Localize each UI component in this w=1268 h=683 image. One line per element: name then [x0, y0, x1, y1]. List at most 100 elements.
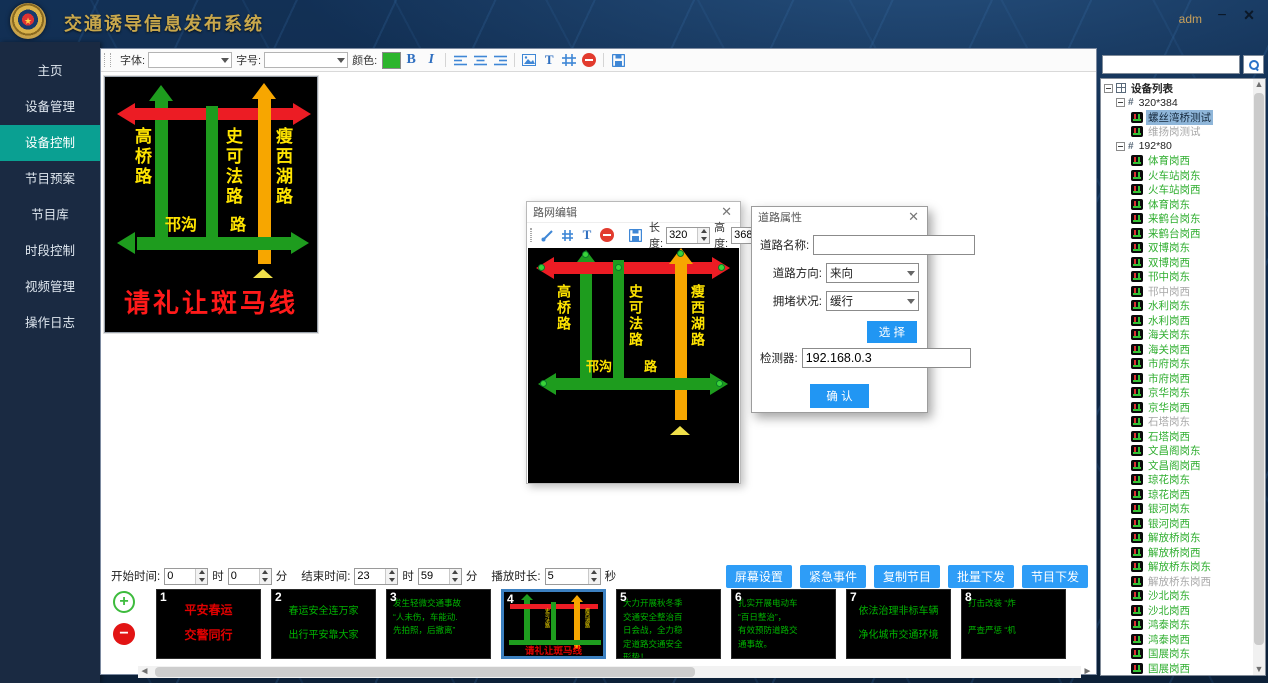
confirm-button[interactable]: 确 认: [810, 384, 868, 408]
control-point[interactable]: [615, 264, 622, 271]
scroll-left-icon[interactable]: ◄: [138, 666, 151, 678]
image-icon[interactable]: [520, 51, 538, 69]
search-button[interactable]: [1243, 55, 1264, 74]
tree-collapse-icon[interactable]: [1104, 84, 1113, 93]
tree-item[interactable]: # 体育岗西: [1101, 154, 1253, 169]
start-hour-stepper[interactable]: [164, 568, 208, 585]
double-road-icon[interactable]: [558, 226, 576, 244]
tree-item[interactable]: # 沙北岗西: [1101, 603, 1253, 618]
roadnet-canvas[interactable]: 高桥路 史可法路 瘦西湖路 邗沟 路: [528, 248, 739, 483]
line-draw-icon[interactable]: [538, 226, 556, 244]
tree-item[interactable]: # 鸿泰岗东: [1101, 618, 1253, 633]
size-select[interactable]: [264, 52, 348, 68]
italic-button[interactable]: I: [422, 51, 440, 69]
tree-item[interactable]: # 邗中岗东: [1101, 270, 1253, 285]
sidebar-item[interactable]: 主页: [0, 53, 100, 89]
tree-item[interactable]: # 设备列表: [1101, 81, 1253, 96]
spin-down-icon[interactable]: [386, 576, 397, 584]
tree-item[interactable]: # 海关岗西: [1101, 342, 1253, 357]
select-button[interactable]: 选 择: [867, 321, 917, 343]
font-select[interactable]: [148, 52, 232, 68]
toolbar-drag-handle[interactable]: [530, 228, 532, 242]
close-icon[interactable]: ✕: [719, 204, 734, 220]
length-stepper[interactable]: [666, 227, 710, 244]
save-icon[interactable]: [609, 51, 627, 69]
start-minute-stepper[interactable]: [228, 568, 272, 585]
device-search-input[interactable]: [1102, 55, 1240, 74]
spin-down-icon[interactable]: [698, 235, 709, 243]
tree-item[interactable]: # 鸿泰岗西: [1101, 632, 1253, 647]
text-icon[interactable]: T: [540, 51, 558, 69]
sidebar-item[interactable]: 设备管理: [0, 89, 100, 125]
tree-item[interactable]: # 琼花岗西: [1101, 487, 1253, 502]
tree-item[interactable]: # 邗中岗西: [1101, 284, 1253, 299]
tree-item[interactable]: # 192*80: [1101, 139, 1253, 154]
spin-up-icon[interactable]: [260, 569, 271, 577]
tree-item[interactable]: # 火车站岗东: [1101, 168, 1253, 183]
sidebar-item[interactable]: 节目库: [0, 197, 100, 233]
tree-item[interactable]: # 解放桥东岗东: [1101, 560, 1253, 575]
program-thumbnail[interactable]: 8 史可法路瘦西湖路 打击改装 “炸 严查严惩 “机: [961, 589, 1066, 659]
start-minute-input[interactable]: [229, 569, 259, 584]
toolbar-drag-handle[interactable]: [104, 53, 111, 67]
sidebar-item[interactable]: 节目预案: [0, 161, 100, 197]
control-point[interactable]: [582, 251, 589, 258]
delete-icon[interactable]: [580, 51, 598, 69]
start-hour-input[interactable]: [165, 569, 195, 584]
action-button[interactable]: 批量下发: [948, 565, 1014, 588]
spin-down-icon[interactable]: [450, 576, 461, 584]
control-point[interactable]: [540, 380, 547, 387]
scrollbar-thumb[interactable]: [1254, 93, 1264, 645]
tree-item[interactable]: # 琼花岗东: [1101, 473, 1253, 488]
program-thumbnail[interactable]: 7 史可法路瘦西湖路 依法治理非标车辆 净化城市交通环境: [846, 589, 951, 659]
color-swatch[interactable]: [382, 52, 401, 69]
sidebar-item[interactable]: 设备控制: [0, 125, 100, 161]
tree-item[interactable]: # 石塔岗西: [1101, 429, 1253, 444]
tree-item[interactable]: # 来鹤台岗西: [1101, 226, 1253, 241]
tree-collapse-icon[interactable]: [1116, 98, 1125, 107]
add-program-button[interactable]: +: [113, 591, 135, 613]
duration-stepper[interactable]: [545, 568, 601, 585]
road-direction-select[interactable]: 来向: [826, 263, 919, 283]
spin-up-icon[interactable]: [698, 228, 709, 236]
length-input[interactable]: [667, 228, 697, 243]
tree-item[interactable]: # 国展岗东: [1101, 647, 1253, 662]
sidebar-item[interactable]: 时段控制: [0, 233, 100, 269]
end-minute-stepper[interactable]: [418, 568, 462, 585]
spin-down-icon[interactable]: [260, 576, 271, 584]
tree-item[interactable]: # 石塔岗东: [1101, 415, 1253, 430]
control-point[interactable]: [538, 264, 545, 271]
program-thumbnail[interactable]: 5 史可法路瘦西湖路 大力开展秋冬季 交通安全整治百 日会战，全力稳 定道路交通…: [616, 589, 721, 659]
tree-item[interactable]: # 水利岗东: [1101, 299, 1253, 314]
playlist-horizontal-scrollbar[interactable]: ◄ ►: [151, 666, 1081, 678]
tree-item[interactable]: # 来鹤台岗东: [1101, 212, 1253, 227]
spin-down-icon[interactable]: [589, 576, 600, 584]
tree-item[interactable]: # 京华岗东: [1101, 386, 1253, 401]
action-button[interactable]: 复制节目: [874, 565, 940, 588]
align-right-icon[interactable]: [491, 51, 509, 69]
tree-item[interactable]: # 国展岗西: [1101, 661, 1253, 676]
align-left-icon[interactable]: [451, 51, 469, 69]
action-button[interactable]: 节目下发: [1022, 565, 1088, 588]
scrollbar-thumb[interactable]: [155, 667, 695, 677]
tree-item[interactable]: # 沙北岗东: [1101, 589, 1253, 604]
tree-item[interactable]: # 火车站岗西: [1101, 183, 1253, 198]
spin-up-icon[interactable]: [386, 569, 397, 577]
control-point[interactable]: [718, 264, 725, 271]
scroll-right-icon[interactable]: ►: [1081, 666, 1094, 678]
tree-item[interactable]: # 市府岗西: [1101, 371, 1253, 386]
led-sign-preview[interactable]: 高桥路 史可法路 瘦西湖路 邗沟 路 请礼让斑马线: [104, 76, 318, 333]
tree-item[interactable]: # 京华岗西: [1101, 400, 1253, 415]
tree-item[interactable]: # 文昌阁岗西: [1101, 458, 1253, 473]
scroll-down-icon[interactable]: ▼: [1253, 664, 1265, 675]
control-point[interactable]: [716, 380, 723, 387]
tree-item[interactable]: # 双博岗西: [1101, 255, 1253, 270]
congestion-select[interactable]: 缓行: [826, 291, 919, 311]
program-thumbnail[interactable]: 2 史可法路瘦西湖路 春运安全连万家 出行平安靠大家: [271, 589, 376, 659]
detector-input[interactable]: [802, 348, 971, 368]
tree-scrollbar[interactable]: ▲ ▼: [1253, 79, 1265, 675]
minimize-icon[interactable]: −: [1212, 6, 1232, 26]
program-thumbnail[interactable]: 1 史可法路瘦西湖路 平安春运 交警同行: [156, 589, 261, 659]
tree-collapse-icon[interactable]: [1116, 142, 1125, 151]
tree-item[interactable]: # 水利岗西: [1101, 313, 1253, 328]
